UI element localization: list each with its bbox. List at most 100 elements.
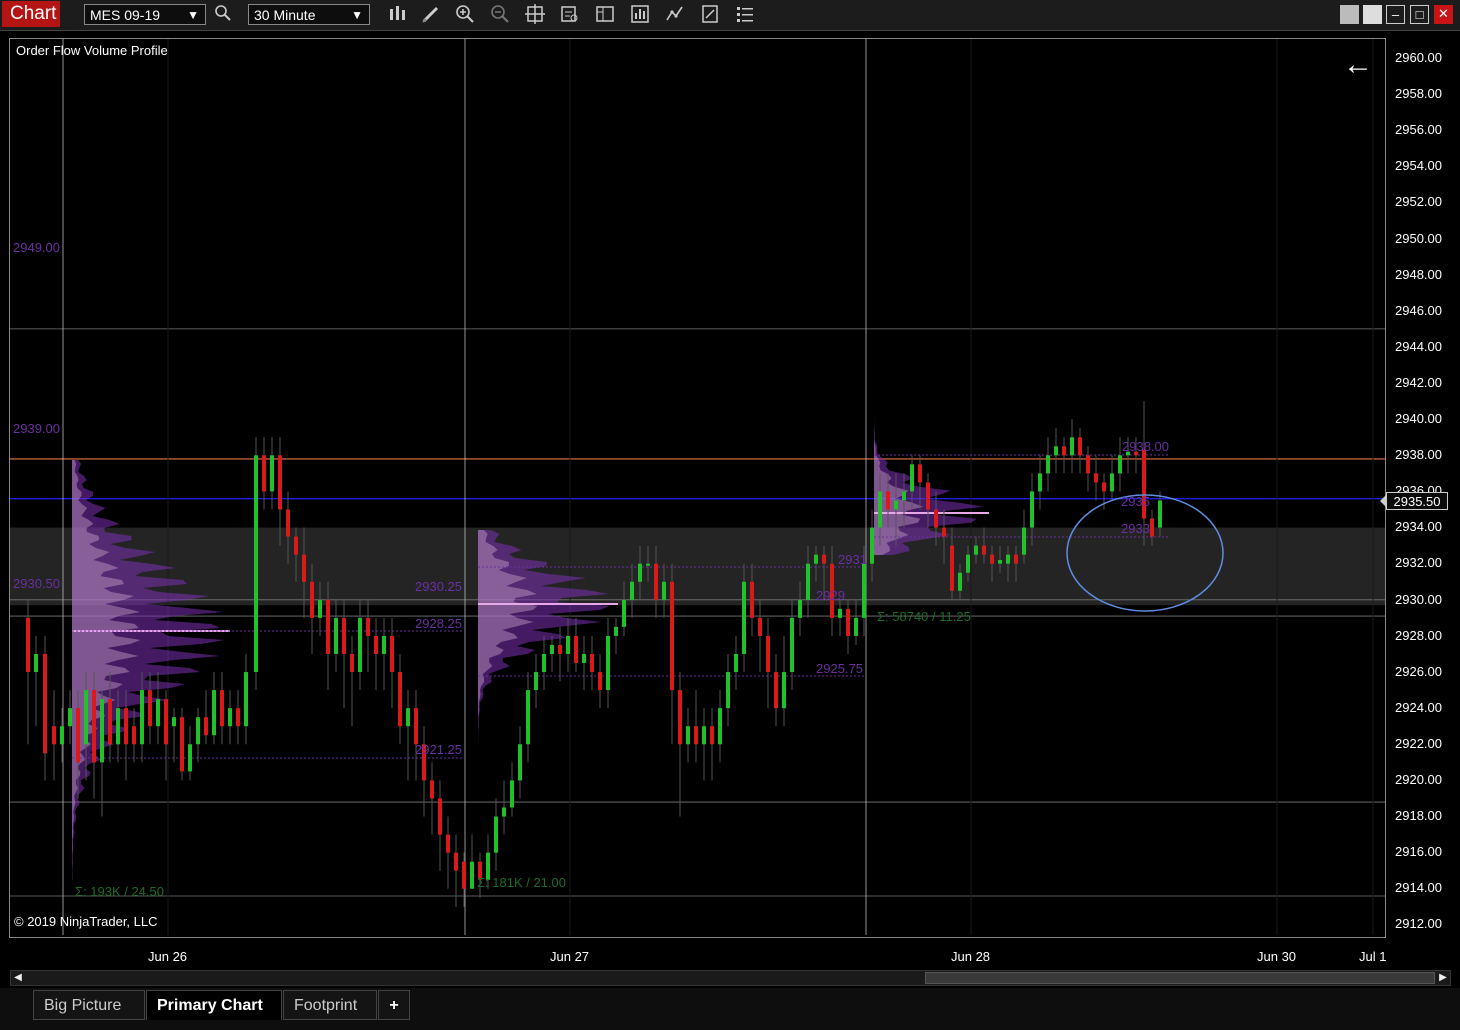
candle-down (124, 708, 128, 745)
candle-down (236, 708, 240, 727)
candle-down (766, 635, 770, 673)
candle-up (1038, 473, 1042, 492)
candle-up (614, 626, 618, 636)
candle-up (518, 744, 522, 781)
candle-down (694, 726, 698, 745)
candle-up (510, 780, 514, 808)
candle-up (630, 581, 634, 600)
candle-down (278, 455, 282, 510)
candle-up (878, 491, 882, 528)
candle-up (84, 690, 88, 745)
candle-up (502, 807, 506, 817)
candle-down (558, 644, 562, 654)
candle-up (566, 635, 570, 654)
candle-down (654, 563, 658, 600)
candle-down (180, 717, 184, 772)
profile-label: 2939.00 (13, 421, 60, 436)
candle-up (742, 581, 746, 654)
price-axis-label: 2916.00 (1395, 844, 1442, 860)
tab-big-picture[interactable]: Big Picture (33, 990, 145, 1020)
candle-up (60, 726, 64, 745)
candle-down (982, 545, 986, 555)
candle-up (1110, 473, 1114, 492)
candle-up (894, 500, 898, 510)
horizontal-scrollbar[interactable]: ◀ ▶ (10, 970, 1451, 986)
candle-up (334, 617, 338, 654)
candle-down (26, 617, 30, 673)
candle-down (414, 708, 418, 745)
candle-down (366, 617, 370, 636)
profile-sum-label: Σ: 181K / 21.00 (477, 875, 566, 890)
price-axis-label: 2956.00 (1395, 122, 1442, 138)
profile-label: 2935 (1121, 494, 1150, 509)
scroll-left-icon[interactable]: ◀ (11, 971, 25, 985)
candle-up (638, 563, 642, 582)
price-axis-label: 2954.00 (1395, 158, 1442, 174)
candle-down (950, 545, 954, 591)
candle-up (534, 672, 538, 691)
candle-up (910, 464, 914, 492)
candle-up (798, 599, 802, 618)
candle-up (646, 563, 650, 566)
candle-up (966, 554, 970, 573)
price-axis-label: 2926.00 (1395, 663, 1442, 679)
price-axis-label: 2920.00 (1395, 772, 1442, 787)
price-chart[interactable] (0, 0, 1460, 970)
candle-down (590, 653, 594, 673)
price-axis-label: 2940.00 (1395, 411, 1442, 426)
profile-label: 2929 (816, 588, 845, 603)
candle-up (1054, 446, 1058, 456)
back-arrow-icon[interactable]: ← (1343, 48, 1373, 82)
candle-down (710, 726, 714, 745)
candle-up (526, 690, 530, 745)
price-axis-label: 2918.00 (1395, 808, 1442, 824)
candle-up (270, 455, 274, 492)
candle-down (822, 554, 826, 564)
candle-down (108, 699, 112, 745)
candle-down (52, 726, 56, 745)
candle-up (1118, 455, 1122, 474)
scroll-right-icon[interactable]: ▶ (1436, 971, 1450, 985)
candle-up (140, 690, 144, 745)
candle-up (116, 708, 120, 745)
candle-down (132, 726, 136, 745)
profile-label: 2930.50 (13, 576, 60, 591)
tab-footprint[interactable]: Footprint (283, 990, 377, 1020)
candle-up (470, 861, 474, 889)
candle-down (286, 509, 290, 537)
candle-up (902, 491, 906, 501)
tab-bar: Big Picture Primary Chart Footprint + (0, 988, 1460, 1030)
candle-up (1070, 437, 1074, 456)
candle-up (998, 560, 1002, 564)
candle-down (438, 798, 442, 835)
profile-sum-label: Σ: 193K / 24.50 (75, 884, 164, 899)
candle-up (318, 599, 322, 618)
candle-up (1158, 500, 1162, 528)
candle-up (790, 617, 794, 673)
candle-down (1078, 437, 1082, 456)
candle-down (294, 536, 298, 555)
candle-down (310, 581, 314, 618)
candle-down (670, 581, 674, 691)
candle-down (76, 708, 80, 763)
add-tab-button[interactable]: + (378, 990, 410, 1020)
candle-down (750, 581, 754, 618)
price-axis-label: 2912.00 (1395, 916, 1442, 932)
candle-up (156, 699, 160, 727)
candle-down (574, 635, 578, 664)
candle-up (734, 653, 738, 673)
price-axis-label: 2914.00 (1395, 880, 1442, 896)
scroll-thumb[interactable] (925, 972, 1435, 984)
candle-down (204, 717, 208, 736)
candle-up (662, 581, 666, 600)
price-axis-label: 2948.00 (1395, 266, 1442, 282)
tab-primary-chart[interactable]: Primary Chart (146, 990, 282, 1020)
price-axis-label: 2942.00 (1395, 374, 1442, 390)
candle-up (172, 717, 176, 727)
candle-up (974, 545, 978, 555)
candle-up (1030, 491, 1034, 528)
candle-down (942, 527, 946, 537)
candle-up (606, 635, 610, 691)
candle-down (92, 690, 96, 763)
candle-up (228, 708, 232, 727)
